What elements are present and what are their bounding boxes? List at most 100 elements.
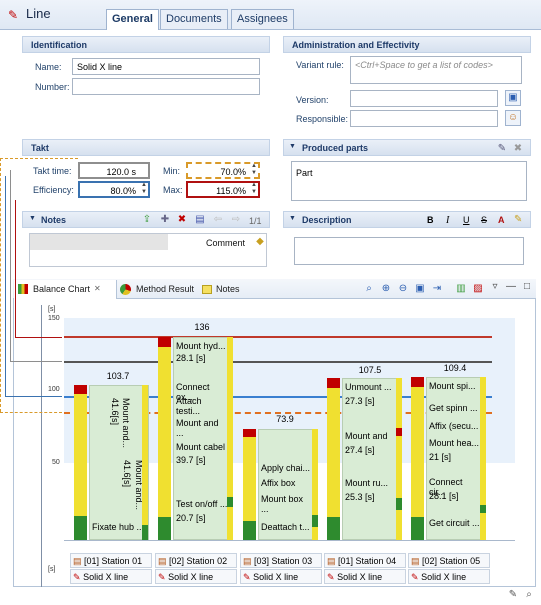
number-input[interactable] <box>72 78 260 95</box>
y-tick-100: 100 <box>48 386 60 393</box>
min-input[interactable]: 70.0% <box>186 162 260 179</box>
max-spinner-icon[interactable]: ▲ ▼ <box>250 182 258 197</box>
balance-chart-icon <box>18 284 28 294</box>
menu-icon[interactable]: ▿ <box>489 281 501 293</box>
y-unit-top: [s] <box>48 306 56 313</box>
station-4-label[interactable]: ▤ [01] Station 04 <box>324 553 406 568</box>
zoom-out-icon[interactable]: ⊖ <box>397 283 409 295</box>
version-picker-icon[interactable]: ▣ <box>505 90 521 106</box>
s2-op6: Test on/off ... <box>176 499 228 509</box>
share-icon[interactable]: ⇪ <box>141 214 153 226</box>
station-3-ops[interactable]: Apply chai... Affix box Mount box ... De… <box>258 429 314 540</box>
takt-connector-v <box>10 170 11 361</box>
zoom-in-icon[interactable]: ⊕ <box>380 283 392 295</box>
min-connector-h <box>0 412 62 413</box>
station-2-line: ✎ Solid X line <box>155 569 237 584</box>
station-4-ops[interactable]: Unmount ... 27.3 [s] Mount and ... 27.4 … <box>342 378 398 540</box>
station-1-ops[interactable]: Mount and... 41.6[s] Mount and... 41.6[s… <box>89 385 149 540</box>
forward-icon[interactable]: ⇨ <box>230 214 242 226</box>
s2-op1-time: 28.1 [s] <box>176 353 206 363</box>
description-section: Description <box>283 211 531 228</box>
s2-mini <box>227 337 233 540</box>
search-icon[interactable]: ⌕ <box>523 589 535 601</box>
tab-notes[interactable]: Notes <box>213 282 243 297</box>
version-label: Version: <box>296 95 329 105</box>
tab-documents[interactable]: Documents <box>160 9 228 29</box>
tab-method-result[interactable]: Method Result <box>133 282 197 297</box>
italic-icon[interactable]: I <box>446 215 449 226</box>
station-2-label[interactable]: ▤ [02] Station 02 <box>155 553 237 568</box>
efficiency-label: Efficiency: <box>33 185 74 195</box>
settings-icon[interactable]: ▨ <box>472 283 484 295</box>
s5-op2: Get spinn ... <box>429 403 478 413</box>
s4-op1-time: 27.3 [s] <box>345 396 375 406</box>
name-input[interactable]: Solid X line <box>72 58 260 75</box>
s5-mini <box>480 377 486 540</box>
fit-icon[interactable]: ▣ <box>414 283 426 295</box>
s3-op2: Affix box <box>261 478 296 488</box>
max-label: Max: <box>163 185 183 195</box>
station-4-line: ✎ Solid X line <box>324 569 406 584</box>
document-icon[interactable]: ▤ <box>194 214 206 226</box>
s1-mini <box>142 385 148 540</box>
notes-table[interactable]: Comment <box>29 233 267 267</box>
variant-rule-input[interactable]: <Ctrl+Space to get a list of codes> <box>350 56 522 84</box>
responsible-input[interactable] <box>350 110 498 127</box>
efficiency-spinner-icon[interactable]: ▲ ▼ <box>140 182 148 197</box>
legend-icon[interactable]: ▥ <box>455 283 467 295</box>
s2-op4: Mount and ... <box>176 418 219 438</box>
s4-op3-time: 25.3 [s] <box>345 492 375 502</box>
produced-part-item[interactable]: Part <box>291 161 527 201</box>
min-connector <box>0 158 78 159</box>
station-5-ops[interactable]: Mount spi... Get spinn ... Affix (secu..… <box>426 377 482 540</box>
user-picker-icon[interactable]: ☺ <box>505 110 521 126</box>
edit-icon[interactable]: ✎ <box>496 143 508 155</box>
station-3-label[interactable]: ▤ [03] Station 03 <box>240 553 322 568</box>
admin-section: Administration and Effectivity <box>283 36 531 53</box>
description-collapse-icon[interactable]: ▼ <box>289 215 296 222</box>
collapse-icon[interactable]: ▼ <box>289 143 296 150</box>
export-icon[interactable]: ⇥ <box>431 283 443 295</box>
description-input[interactable] <box>294 237 524 265</box>
zoom-icon[interactable]: ⌕ <box>363 283 375 295</box>
delete-icon[interactable]: ✖ <box>176 214 188 226</box>
minimize-icon[interactable]: — <box>505 281 517 293</box>
s1-op2-time: 41.6[s] <box>122 460 132 488</box>
remove-icon[interactable]: ✖ <box>512 143 524 155</box>
bold-icon[interactable]: B <box>427 215 434 225</box>
produced-parts-section: Produced parts <box>283 139 531 156</box>
max-input[interactable]: 115.0% <box>186 181 260 198</box>
s1-op1-time: 41.6[s] <box>110 398 120 426</box>
s1-op1: Mount and... <box>121 398 131 449</box>
s1-op3: Fixate hub ... <box>92 522 145 532</box>
maximize-icon[interactable]: □ <box>521 281 533 293</box>
notes-row-header <box>30 234 168 250</box>
x-axis <box>64 540 515 541</box>
back-icon[interactable]: ⇦ <box>212 214 224 226</box>
tab-general[interactable]: General <box>106 9 159 30</box>
takt-time-input[interactable]: 120.0 s <box>78 162 150 179</box>
responsible-label: Responsible: <box>296 114 349 124</box>
station-2-stack <box>158 337 171 540</box>
new-note-icon[interactable]: ✚ <box>159 214 171 226</box>
min-spinner-icon[interactable]: ▲ ▼ <box>250 163 258 178</box>
eff-connector-h <box>5 396 62 397</box>
version-input[interactable] <box>350 90 498 107</box>
font-color-icon[interactable]: A <box>498 215 505 225</box>
filter-icon[interactable]: ◆ <box>254 236 266 248</box>
station-2-ops[interactable]: Mount hyd... 28.1 [s] Connect ox... Atta… <box>173 337 229 540</box>
tab-assignees[interactable]: Assignees <box>231 9 294 29</box>
max-connector-h <box>15 337 62 338</box>
notes-collapse-icon[interactable]: ▼ <box>29 215 36 222</box>
tab-balance-chart[interactable]: Balance Chart <box>30 282 93 297</box>
number-label: Number: <box>35 82 70 92</box>
editor-header: ✎ Line General Documents Assignees <box>0 0 541 30</box>
strikethrough-icon[interactable]: S <box>481 215 487 225</box>
station-5-label[interactable]: ▤ [02] Station 05 <box>408 553 490 568</box>
station-1-label[interactable]: ▤ [01] Station 01 <box>70 553 152 568</box>
page-title: Line <box>26 6 51 21</box>
underline-icon[interactable]: U <box>463 215 470 225</box>
highlight-icon[interactable]: ✎ <box>514 214 522 225</box>
close-tab-icon[interactable]: ✕ <box>94 284 101 293</box>
edit-chart-icon[interactable]: ✎ <box>507 589 519 601</box>
